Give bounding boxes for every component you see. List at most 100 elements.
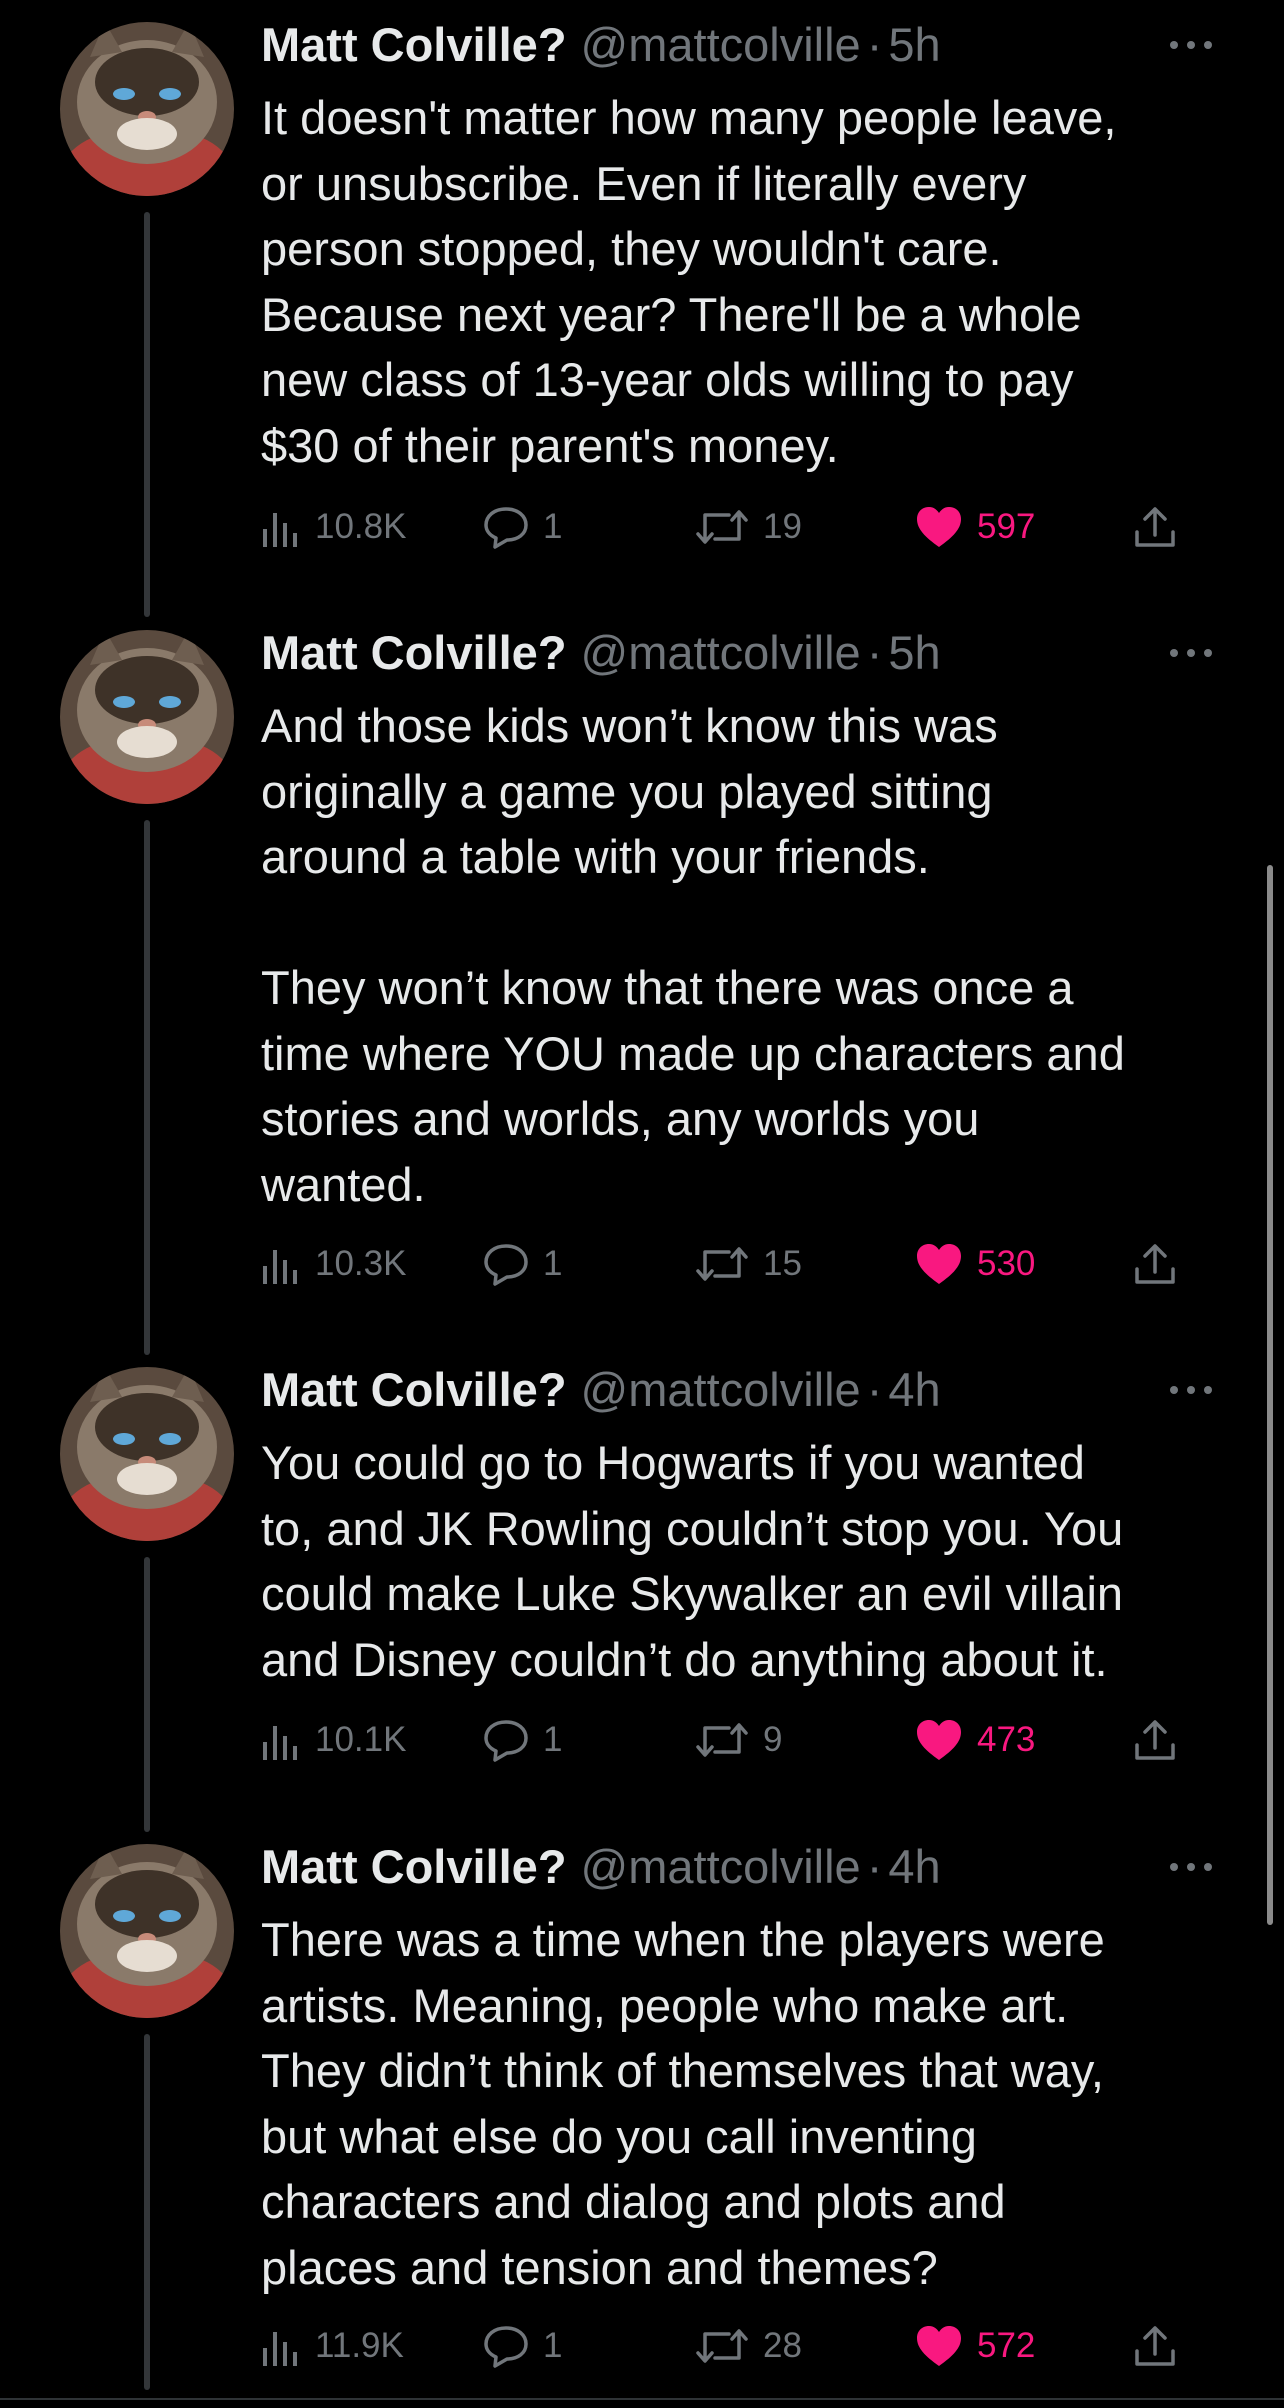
share-button[interactable] (1132, 1710, 1178, 1770)
views-count: 11.9K (315, 2326, 404, 2365)
share-button[interactable] (1132, 2316, 1178, 2376)
retweet-count: 15 (763, 1244, 802, 1283)
reply-count: 1 (543, 1244, 563, 1283)
retweet-count: 19 (763, 507, 802, 546)
tweet[interactable]: Matt Colville? @mattcolville · 5h It doe… (0, 0, 1284, 617)
tweet-header: Matt Colville? @mattcolville · 5h (261, 0, 1221, 90)
divider (0, 2398, 1284, 2400)
retweet-icon (696, 510, 748, 544)
share-upload-icon (1135, 507, 1175, 547)
like-count: 597 (977, 507, 1036, 546)
bar-chart-icon (263, 1250, 297, 1284)
retweet-button[interactable]: 28 (695, 2316, 802, 2376)
display-name[interactable]: Matt Colville? (261, 0, 567, 90)
views-button[interactable]: 10.1K (261, 1710, 406, 1770)
more-horizontal-icon[interactable] (1166, 30, 1216, 60)
reply-button[interactable]: 1 (483, 497, 562, 557)
user-handle[interactable]: @mattcolville (581, 1822, 861, 1912)
bar-chart-icon (263, 1726, 297, 1760)
more-horizontal-icon[interactable] (1166, 1852, 1216, 1882)
reply-button[interactable]: 1 (483, 1234, 562, 1294)
tweet-thread: Matt Colville? @mattcolville · 5h It doe… (0, 0, 1284, 2408)
tweet[interactable]: Matt Colville? @mattcolville · 4h You co… (0, 1345, 1284, 1832)
tweet-content: Matt Colville? @mattcolville · 5h And th… (261, 608, 1221, 1286)
avatar[interactable] (60, 630, 234, 804)
views-count: 10.1K (315, 1720, 407, 1759)
user-handle[interactable]: @mattcolville (581, 1345, 861, 1435)
tweet[interactable]: Matt Colville? @mattcolville · 4h There … (0, 1822, 1284, 2408)
tweet-header: Matt Colville? @mattcolville · 4h (261, 1345, 1221, 1435)
separator-dot: · (866, 18, 883, 71)
like-button[interactable]: 597 (915, 497, 1035, 557)
action-bar: 11.9K 1 28 572 (261, 2316, 1221, 2376)
reply-count: 1 (543, 1720, 563, 1759)
retweet-icon (696, 2329, 748, 2363)
views-button[interactable]: 10.8K (261, 497, 406, 557)
views-count: 10.3K (315, 1244, 407, 1283)
like-count: 572 (977, 2326, 1036, 2365)
display-name[interactable]: Matt Colville? (261, 608, 567, 698)
reply-button[interactable]: 1 (483, 2316, 562, 2376)
reply-count: 1 (543, 2326, 563, 2365)
display-name[interactable]: Matt Colville? (261, 1822, 567, 1912)
tweet-header: Matt Colville? @mattcolville · 5h (261, 608, 1221, 698)
tweet-content: Matt Colville? @mattcolville · 4h You co… (261, 1345, 1221, 1762)
retweet-icon (696, 1723, 748, 1757)
more-horizontal-icon[interactable] (1166, 638, 1216, 668)
share-upload-icon (1135, 2326, 1175, 2366)
tweet-text: It doesn't matter how many people leave,… (261, 91, 1117, 472)
share-upload-icon (1135, 1720, 1175, 1760)
avatar[interactable] (60, 22, 234, 196)
like-button[interactable]: 473 (915, 1710, 1035, 1770)
tweet-text: There was a time when the players were a… (261, 1913, 1105, 2294)
bar-chart-icon (263, 513, 297, 547)
share-upload-icon (1135, 1244, 1175, 1284)
heart-filled-icon (917, 507, 961, 547)
action-bar: 10.3K 1 15 530 (261, 1234, 1221, 1294)
retweet-icon (696, 1247, 748, 1281)
like-count: 530 (977, 1244, 1036, 1283)
reply-button[interactable]: 1 (483, 1710, 562, 1770)
views-button[interactable]: 10.3K (261, 1234, 406, 1294)
separator-dot: · (866, 626, 883, 679)
retweet-button[interactable]: 19 (695, 497, 802, 557)
timestamp[interactable]: 5h (888, 608, 940, 698)
views-count: 10.8K (315, 507, 407, 546)
share-button[interactable] (1132, 497, 1178, 557)
retweet-count: 9 (763, 1720, 783, 1759)
timestamp[interactable]: 4h (888, 1345, 940, 1435)
like-count: 473 (977, 1720, 1036, 1759)
display-name[interactable]: Matt Colville? (261, 1345, 567, 1435)
thread-connector-line (144, 2034, 150, 2390)
thread-connector-line (144, 212, 150, 617)
speech-bubble-icon (484, 507, 528, 549)
heart-filled-icon (917, 2326, 961, 2366)
retweet-count: 28 (763, 2326, 802, 2365)
retweet-button[interactable]: 15 (695, 1234, 802, 1294)
tweet-header: Matt Colville? @mattcolville · 4h (261, 1822, 1221, 1912)
tweet-content: Matt Colville? @mattcolville · 5h It doe… (261, 0, 1221, 549)
timestamp[interactable]: 5h (888, 0, 940, 90)
avatar-cat-image (60, 22, 234, 196)
tweet-text: You could go to Hogwarts if you wanted t… (261, 1436, 1124, 1686)
vertical-scrollbar[interactable] (1267, 865, 1273, 1925)
tweet[interactable]: Matt Colville? @mattcolville · 5h And th… (0, 608, 1284, 1355)
speech-bubble-icon (484, 1244, 528, 1286)
separator-dot: · (866, 1840, 883, 1893)
avatar[interactable] (60, 1367, 234, 1541)
like-button[interactable]: 530 (915, 1234, 1035, 1294)
user-handle[interactable]: @mattcolville (581, 0, 861, 90)
timestamp[interactable]: 4h (888, 1822, 940, 1912)
speech-bubble-icon (484, 1720, 528, 1762)
views-button[interactable]: 11.9K (261, 2316, 404, 2376)
avatar[interactable] (60, 1844, 234, 2018)
tweet-content: Matt Colville? @mattcolville · 4h There … (261, 1822, 1221, 2368)
retweet-button[interactable]: 9 (695, 1710, 782, 1770)
bar-chart-icon (263, 2332, 297, 2366)
share-button[interactable] (1132, 1234, 1178, 1294)
tweet-text: And those kids won’t know this was origi… (261, 699, 1125, 1211)
avatar-cat-image (60, 1844, 234, 2018)
more-horizontal-icon[interactable] (1166, 1375, 1216, 1405)
user-handle[interactable]: @mattcolville (581, 608, 861, 698)
like-button[interactable]: 572 (915, 2316, 1035, 2376)
